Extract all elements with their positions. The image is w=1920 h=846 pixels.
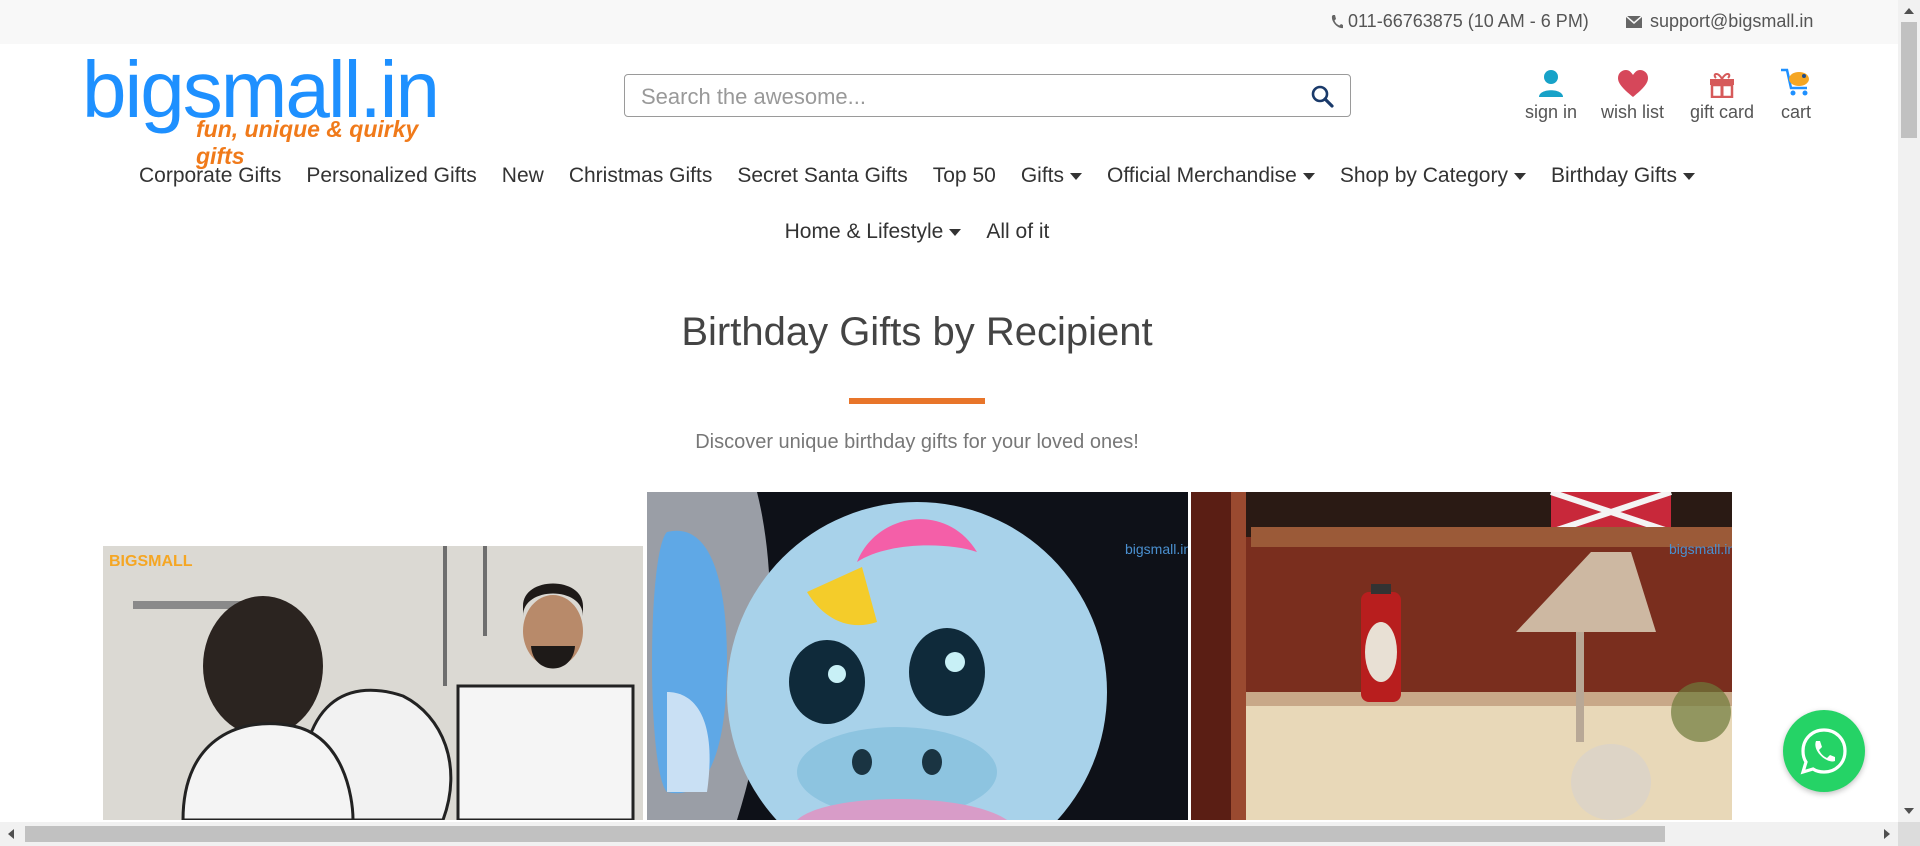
email-text: support@bigsmall.in bbox=[1650, 11, 1814, 31]
search-bar bbox=[624, 74, 1351, 117]
nav-item-personalized-gifts[interactable]: Personalized Gifts bbox=[306, 160, 476, 192]
nav-label: All of it bbox=[986, 220, 1050, 243]
lamp-decor-photo: bigsmall.in bbox=[1191, 492, 1732, 820]
cart-link[interactable]: cart bbox=[1779, 64, 1813, 123]
card-watermark: bigsmall.in bbox=[1125, 541, 1188, 557]
phone-text: 011-66763875 (10 AM - 6 PM) bbox=[1348, 11, 1589, 31]
nav-label: Birthday Gifts bbox=[1550, 164, 1678, 187]
nav-item-christmas-gifts[interactable]: Christmas Gifts bbox=[569, 160, 713, 192]
phone-contact[interactable]: 011-66763875 (10 AM - 6 PM) bbox=[1330, 11, 1589, 32]
nav-row-2: Home & Lifestyle All of it bbox=[0, 216, 1834, 248]
whatsapp-chat-button[interactable] bbox=[1783, 710, 1865, 792]
caret-down-icon bbox=[1683, 172, 1696, 180]
whatsapp-icon bbox=[1800, 728, 1847, 775]
search-input[interactable] bbox=[639, 81, 1283, 113]
gift-card-label: gift card bbox=[1690, 102, 1755, 122]
nav-item-top-50[interactable]: Top 50 bbox=[933, 160, 996, 192]
horizontal-scroll-thumb[interactable] bbox=[25, 826, 1665, 842]
section-subtitle: Discover unique birthday gifts for your … bbox=[695, 431, 1139, 453]
nav-item-new[interactable]: New bbox=[502, 160, 544, 192]
nav-row-1: Corporate Gifts Personalized Gifts New C… bbox=[0, 160, 1834, 192]
nav-label: Top 50 bbox=[932, 164, 996, 187]
top-utility-bar: 011-66763875 (10 AM - 6 PM) support@bigs… bbox=[0, 0, 1898, 44]
caret-down-icon bbox=[1302, 172, 1315, 180]
nav-item-all-of-it[interactable]: All of it bbox=[986, 216, 1049, 248]
email-contact[interactable]: support@bigsmall.in bbox=[1626, 11, 1813, 32]
scroll-right-icon[interactable] bbox=[1884, 829, 1890, 839]
sign-in-link[interactable]: sign in bbox=[1525, 64, 1577, 123]
wish-list-label: wish list bbox=[1601, 102, 1665, 122]
nav-label: New bbox=[501, 164, 544, 187]
nav-item-secret-santa-gifts[interactable]: Secret Santa Gifts bbox=[737, 160, 907, 192]
beard-apron-photo: BIGSMALL bbox=[103, 546, 643, 820]
nav-label: Christmas Gifts bbox=[568, 164, 713, 187]
nav-item-shop-by-category[interactable]: Shop by Category bbox=[1340, 160, 1526, 192]
vertical-scroll-thumb[interactable] bbox=[1901, 22, 1917, 138]
nav-item-birthday-gifts[interactable]: Birthday Gifts bbox=[1550, 160, 1696, 192]
cart-icon bbox=[1781, 68, 1809, 96]
section-title: Birthday Gifts by Recipient bbox=[681, 310, 1153, 354]
unicorn-onesie-photo: bigsmall.in bbox=[647, 492, 1188, 820]
user-icon bbox=[1539, 70, 1564, 97]
sign-in-label: sign in bbox=[1525, 102, 1578, 122]
scrollbar-corner bbox=[1898, 822, 1920, 846]
main-navigation: Corporate Gifts Personalized Gifts New C… bbox=[0, 160, 1834, 248]
site-logo[interactable]: bigsmall.in fun, unique & quirky gifts bbox=[82, 45, 444, 169]
card-watermark: BIGSMALL bbox=[109, 553, 193, 570]
recipient-card-kids[interactable]: bigsmall.in bbox=[647, 492, 1188, 820]
nav-label: Personalized Gifts bbox=[306, 164, 477, 187]
caret-down-icon bbox=[1513, 172, 1526, 180]
nav-label: Gifts bbox=[1020, 164, 1064, 187]
recipient-card-home[interactable]: bigsmall.in bbox=[1191, 492, 1732, 820]
nav-label: Shop by Category bbox=[1339, 164, 1508, 187]
nav-label: Official Merchandise bbox=[1106, 164, 1297, 187]
nav-item-gifts[interactable]: Gifts bbox=[1021, 160, 1082, 192]
recipient-card-him[interactable]: BIGSMALL bbox=[103, 546, 643, 820]
heart-icon bbox=[1617, 70, 1648, 97]
scroll-down-icon[interactable] bbox=[1904, 808, 1914, 814]
card-watermark: bigsmall.in bbox=[1669, 541, 1732, 557]
nav-item-home-lifestyle[interactable]: Home & Lifestyle bbox=[785, 216, 962, 248]
nav-label: Home & Lifestyle bbox=[784, 220, 944, 243]
caret-down-icon bbox=[1069, 172, 1082, 180]
nav-label: Corporate Gifts bbox=[138, 164, 282, 187]
gift-icon bbox=[1710, 73, 1735, 98]
title-underline bbox=[849, 398, 985, 404]
horizontal-scrollbar[interactable] bbox=[0, 822, 1898, 846]
vertical-scrollbar[interactable] bbox=[1898, 0, 1920, 822]
nav-label: Secret Santa Gifts bbox=[737, 164, 908, 187]
caret-down-icon bbox=[949, 228, 962, 236]
phone-icon bbox=[1331, 14, 1343, 28]
envelope-icon bbox=[1626, 15, 1642, 28]
scroll-left-icon[interactable] bbox=[8, 829, 14, 839]
search-icon[interactable] bbox=[1310, 84, 1334, 108]
gift-card-link[interactable]: gift card bbox=[1690, 64, 1754, 123]
cart-label: cart bbox=[1780, 102, 1811, 122]
nav-item-official-merchandise[interactable]: Official Merchandise bbox=[1107, 160, 1315, 192]
scroll-up-icon[interactable] bbox=[1904, 8, 1914, 14]
nav-item-corporate-gifts[interactable]: Corporate Gifts bbox=[139, 160, 281, 192]
wish-list-link[interactable]: wish list bbox=[1601, 64, 1664, 123]
